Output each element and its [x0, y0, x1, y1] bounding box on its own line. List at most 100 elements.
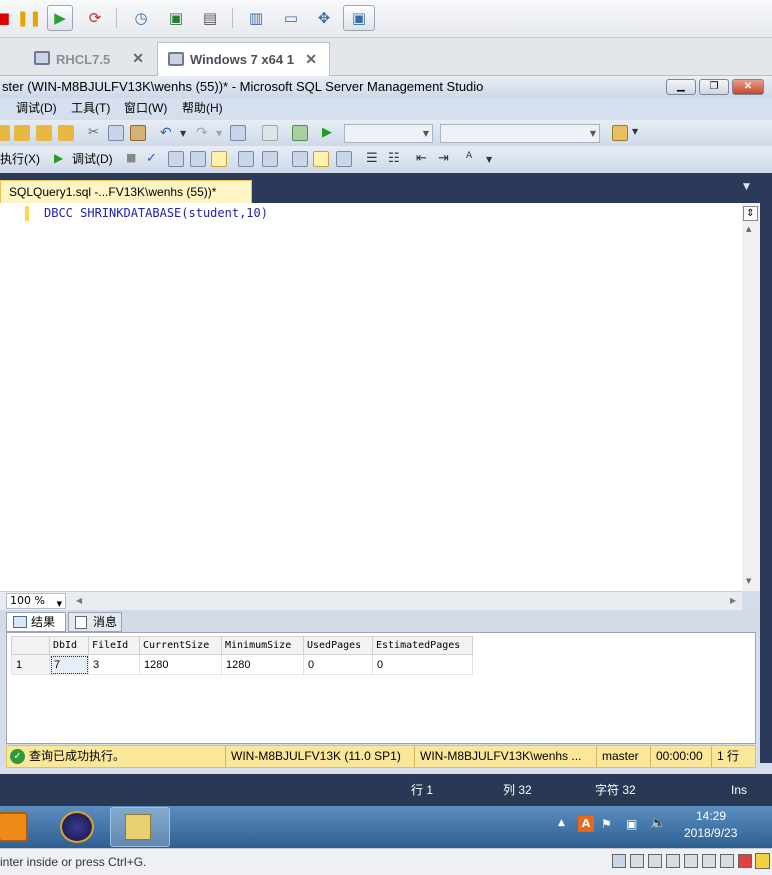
pause-icon[interactable]: ❚❚	[16, 5, 42, 31]
grid-cell[interactable]: 1280	[221, 654, 304, 675]
toolbar-options-icon[interactable]: ▼	[632, 127, 648, 143]
console-view-icon[interactable]: ▭	[278, 5, 304, 31]
column-header[interactable]: MinimumSize	[221, 636, 304, 655]
xmla-query-icon[interactable]	[58, 125, 74, 141]
results-to-grid-icon[interactable]	[211, 151, 227, 167]
fullscreen-icon[interactable]: ✥	[311, 5, 337, 31]
clock-date[interactable]: 2018/9/23	[684, 826, 737, 840]
toolbar-options-icon[interactable]: ▼	[486, 155, 502, 171]
scroll-left-icon[interactable]: ◀	[76, 596, 82, 605]
column-header[interactable]: EstimatedPages	[372, 636, 473, 655]
menu-help[interactable]: 帮助(H)	[182, 98, 223, 118]
floppy-icon[interactable]	[648, 854, 662, 868]
results-to-grid-active-icon[interactable]	[313, 151, 329, 167]
menu-tools[interactable]: 工具(T)	[71, 98, 110, 118]
split-editor-icon[interactable]: ⇕	[743, 206, 758, 221]
snapshot-manager-icon[interactable]: ▤	[197, 5, 223, 31]
network-icon[interactable]: ▣	[626, 817, 637, 831]
uncomment-icon[interactable]: ☷	[388, 151, 404, 167]
copy-icon[interactable]	[108, 125, 124, 141]
redo-icon[interactable]: ↷	[196, 125, 212, 141]
platform-combo[interactable]: ▼	[440, 124, 600, 143]
navigate-forward-icon[interactable]	[262, 125, 278, 141]
query-designer-icon[interactable]	[190, 151, 206, 167]
execute-icon[interactable]: ▶	[322, 125, 338, 141]
reset-icon[interactable]: ⟳	[82, 5, 108, 31]
specify-values-icon[interactable]: A	[466, 151, 482, 167]
power-off-icon[interactable]: ■	[0, 5, 16, 31]
display-plan-icon[interactable]	[168, 151, 184, 167]
antivirus-icon[interactable]: A	[578, 816, 594, 832]
play-icon[interactable]: ▶	[47, 5, 73, 31]
network-adapter-icon[interactable]	[666, 854, 680, 868]
ssms-taskbar-button[interactable]	[110, 807, 170, 847]
debug-icon[interactable]: ▶	[54, 151, 70, 167]
comment-icon[interactable]: ☰	[366, 151, 382, 167]
close-button[interactable]: ✕	[732, 79, 764, 95]
query-text[interactable]: DBCC SHRINKDATABASE(student,10)	[44, 206, 268, 220]
properties-icon[interactable]	[612, 125, 628, 141]
chevron-down-icon[interactable]: ▼	[743, 182, 750, 192]
results-grid[interactable]: DbId FileId CurrentSize MinimumSize Used…	[6, 632, 756, 744]
results-to-file-icon[interactable]	[336, 151, 352, 167]
debug-button[interactable]: 调试(D)	[72, 146, 113, 172]
chevron-down-icon[interactable]: ▼	[180, 129, 196, 145]
display-icon[interactable]	[738, 854, 752, 868]
editor-vertical-scrollbar[interactable]: ⇕ ▲ ▼	[742, 203, 760, 591]
grid-cell[interactable]: 1280	[139, 654, 222, 675]
vm-tab-windows7[interactable]: Windows 7 x64 1 ✕	[157, 42, 330, 76]
clock-time[interactable]: 14:29	[696, 809, 726, 823]
minimize-button[interactable]: ▁	[666, 79, 696, 95]
volume-icon[interactable]: 🔈	[650, 816, 666, 831]
activity-monitor-icon[interactable]	[292, 125, 308, 141]
column-header[interactable]: FileId	[88, 636, 140, 655]
cancel-query-icon[interactable]: ■	[126, 151, 142, 167]
sidebar-toggle-icon[interactable]: ▥	[243, 5, 269, 31]
client-statistics-icon[interactable]	[262, 151, 278, 167]
hard-disk-icon[interactable]	[612, 854, 626, 868]
grid-cell[interactable]: 3	[88, 654, 140, 675]
solution-config-combo[interactable]: ▼	[344, 124, 433, 143]
vm-tab-rhcl[interactable]: RHCL7.5 ✕	[24, 42, 156, 76]
column-header[interactable]: UsedPages	[303, 636, 373, 655]
undo-icon[interactable]: ↶	[160, 125, 176, 141]
snapshot-icon[interactable]: ◷	[128, 5, 154, 31]
flag-icon[interactable]: ⚑	[601, 817, 612, 831]
scroll-right-icon[interactable]: ▶	[730, 596, 736, 605]
increase-indent-icon[interactable]: ⇥	[438, 151, 454, 167]
close-icon[interactable]: ✕	[132, 50, 144, 67]
close-icon[interactable]: ✕	[305, 51, 317, 68]
show-hidden-icons-icon[interactable]: ▲	[558, 818, 565, 828]
scroll-up-icon[interactable]: ▲	[746, 225, 751, 233]
menu-debug[interactable]: 调试(D)	[16, 98, 57, 118]
tab-sqlquery1[interactable]: SQLQuery1.sql -...FV13K\wenhs (55))*	[0, 180, 252, 203]
results-to-text-icon[interactable]	[292, 151, 308, 167]
tab-results[interactable]: 结果	[6, 612, 66, 632]
execute-button[interactable]: 执行(X)	[0, 146, 40, 172]
eclipse-icon[interactable]	[60, 811, 94, 843]
query-editor[interactable]: DBCC SHRINKDATABASE(student,10)	[0, 203, 760, 591]
grid-cell[interactable]: 0	[303, 654, 373, 675]
media-player-icon[interactable]	[0, 812, 28, 842]
decrease-indent-icon[interactable]: ⇤	[416, 151, 432, 167]
new-query-icon[interactable]	[0, 125, 10, 141]
sound-card-icon[interactable]	[702, 854, 716, 868]
usb-icon[interactable]	[684, 854, 698, 868]
cut-icon[interactable]: ✂	[88, 125, 104, 141]
navigate-backward-icon[interactable]	[230, 125, 246, 141]
printer-icon[interactable]	[720, 854, 734, 868]
row-number[interactable]: 1	[11, 654, 50, 675]
unity-view-icon[interactable]: ▣	[343, 5, 375, 31]
restore-button[interactable]: ❐	[699, 79, 729, 95]
tab-messages[interactable]: 消息	[68, 612, 122, 632]
message-log-icon[interactable]	[755, 853, 770, 869]
paste-icon[interactable]	[130, 125, 146, 141]
cd-drive-icon[interactable]	[630, 854, 644, 868]
menu-window[interactable]: 窗口(W)	[124, 98, 167, 118]
grid-cell[interactable]: 7	[49, 654, 89, 675]
grid-cell[interactable]: 0	[372, 654, 473, 675]
include-plan-icon[interactable]	[238, 151, 254, 167]
zoom-select[interactable]: 100 % ▼	[6, 593, 66, 609]
database-engine-query-icon[interactable]	[14, 125, 30, 141]
revert-snapshot-icon[interactable]: ▣	[163, 5, 189, 31]
